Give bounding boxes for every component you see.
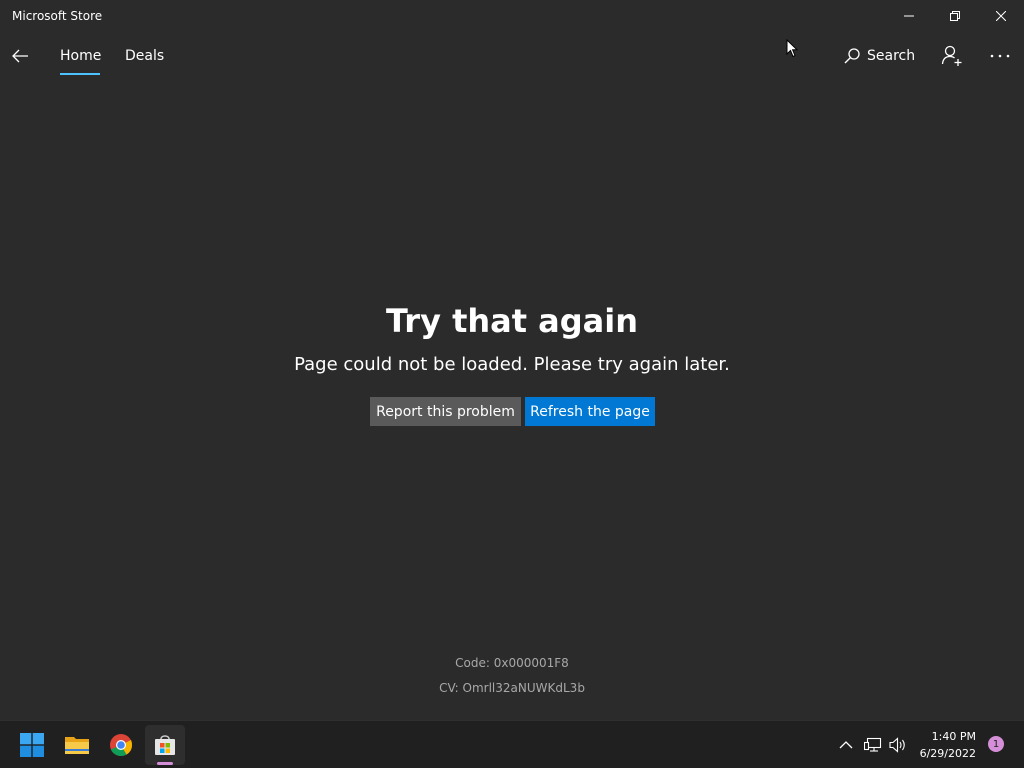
minimize-button[interactable] [886,0,932,32]
more-icon [990,54,1010,58]
taskbar: 1:40 PM 6/29/2022 [0,720,1024,768]
microsoft-store-button[interactable] [145,725,185,765]
microsoft-store-window: Microsoft Store Home Deals Search Try th… [0,0,1024,720]
report-problem-button[interactable]: Report this problem [370,397,521,426]
back-arrow-icon [12,49,28,63]
chrome-icon [110,734,133,757]
more-options-button[interactable] [986,44,1014,68]
account-button[interactable] [940,44,964,68]
correlation-vector: CV: Omrll32aNUWKdL3b [439,681,585,695]
notification-badge[interactable]: 1 [988,736,1004,752]
title-bar: Microsoft Store [0,0,1024,32]
windows-start-icon [20,733,44,757]
start-button[interactable] [12,725,52,765]
minimize-icon [904,15,914,17]
chevron-up-icon [839,741,853,749]
file-explorer-icon [65,737,89,754]
error-code: Code: 0x000001F8 [455,656,569,670]
close-button[interactable] [978,0,1024,32]
tab-home[interactable]: Home [60,48,101,64]
restore-icon [950,11,960,21]
network-button[interactable] [863,735,883,755]
refresh-page-button[interactable]: Refresh the page [525,397,655,426]
app-title: Microsoft Store [12,9,103,23]
selected-tab-indicator [60,73,100,75]
show-hidden-icons-button[interactable] [836,735,856,755]
clock-time[interactable]: 1:40 PM [920,730,976,743]
search-button[interactable]: Search [843,44,915,68]
close-icon [996,11,1006,21]
add-account-icon [941,45,962,66]
network-icon [864,737,882,752]
file-explorer-button[interactable] [57,725,97,765]
chrome-button[interactable] [101,725,141,765]
back-button[interactable] [4,32,36,80]
active-app-indicator [157,762,173,765]
clock-date[interactable]: 6/29/2022 [916,747,976,760]
restore-button[interactable] [932,0,978,32]
error-message: Page could not be loaded. Please try aga… [294,354,730,375]
volume-icon [889,737,905,753]
mouse-cursor-icon [786,39,798,58]
tab-deals[interactable]: Deals [125,48,164,64]
search-icon [844,48,860,64]
volume-button[interactable] [888,735,908,755]
microsoft-store-icon [155,735,175,755]
error-title: Try that again [385,302,639,340]
nav-bar: Home Deals Search [0,32,1024,80]
search-label: Search [867,48,916,64]
